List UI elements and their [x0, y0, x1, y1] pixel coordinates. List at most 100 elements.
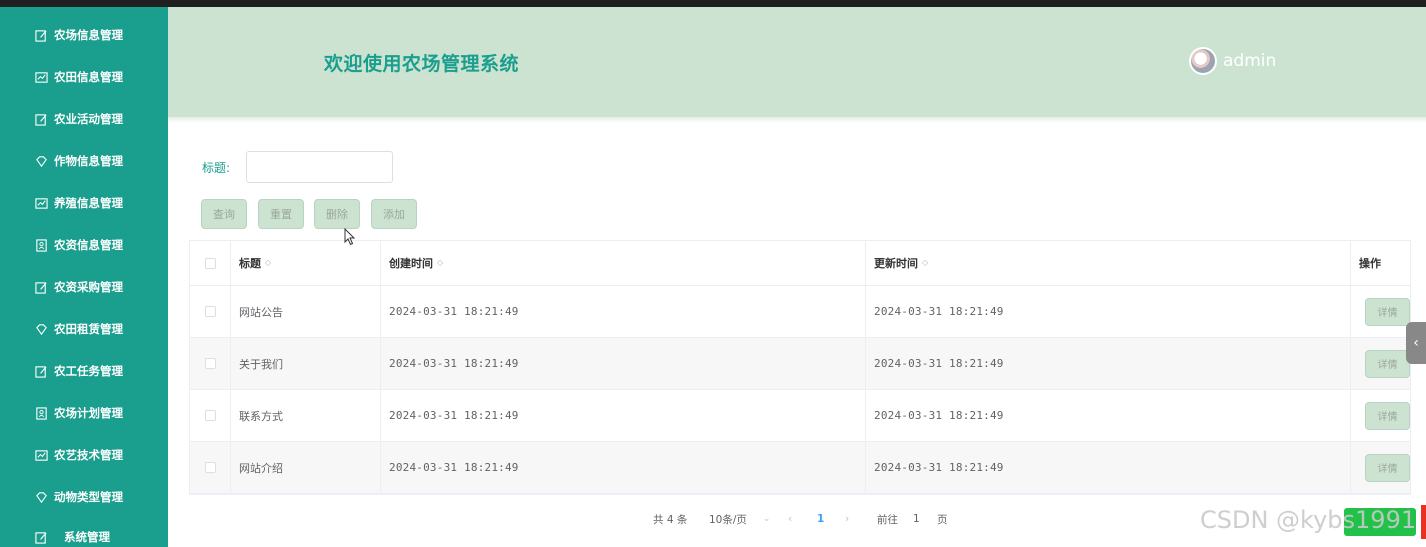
- select-all-cell: [190, 241, 231, 285]
- query-button[interactable]: 查询: [201, 199, 247, 229]
- header: 欢迎使用农场管理系统 admin: [168, 7, 1426, 117]
- column-header-label: 更新时间: [874, 257, 918, 270]
- detail-button[interactable]: 详情: [1365, 401, 1410, 430]
- table-row: 联系方式 2024-03-31 18:21:49 2024-03-31 18:2…: [190, 390, 1410, 442]
- edit-icon: [34, 530, 48, 544]
- page-size-select[interactable]: 10条/页 ⌄: [709, 511, 770, 527]
- red-edge-marker: [1421, 505, 1426, 539]
- sidebar: 农场信息管理 农田信息管理 农业活动管理 作物信息管理 养殖信息管理 农资信息管…: [0, 7, 168, 547]
- column-header-label: 标题: [239, 257, 261, 270]
- sort-icon[interactable]: ◇: [922, 259, 928, 267]
- row-created: 2024-03-31 18:21:49: [381, 286, 866, 337]
- sidebar-item-label: 农资信息管理: [54, 238, 123, 252]
- row-checkbox[interactable]: [204, 358, 216, 369]
- reset-button[interactable]: 重置: [258, 199, 304, 229]
- column-header-label: 创建时间: [389, 257, 433, 270]
- sidebar-item-activity[interactable]: 农业活动管理: [0, 101, 168, 137]
- goto-page-suffix: 页: [937, 513, 948, 526]
- column-header-updated[interactable]: 更新时间 ◇: [866, 241, 1351, 285]
- sidebar-item-technique[interactable]: 农艺技术管理: [0, 437, 168, 473]
- chart-icon: [34, 448, 48, 462]
- sidebar-item-label: 农业活动管理: [54, 112, 123, 126]
- sort-icon[interactable]: ◇: [265, 259, 271, 267]
- title-filter-input[interactable]: [246, 151, 393, 183]
- row-actions: 详情: [1351, 442, 1410, 493]
- edit-icon: [34, 112, 48, 126]
- edit-icon: [34, 28, 48, 42]
- detail-button[interactable]: 详情: [1365, 453, 1410, 482]
- row-select-cell: [190, 338, 231, 389]
- sidebar-item-procurement[interactable]: 农资采购管理: [0, 269, 168, 305]
- row-actions: 详情: [1351, 338, 1410, 389]
- goto-page-label: 前往: [877, 513, 898, 526]
- row-select-cell: [190, 286, 231, 337]
- avatar[interactable]: [1189, 47, 1217, 75]
- diamond-icon: [34, 154, 48, 168]
- chevron-left-icon: ‹: [1413, 335, 1419, 351]
- row-created: 2024-03-31 18:21:49: [381, 338, 866, 389]
- detail-button[interactable]: 详情: [1365, 349, 1410, 378]
- row-checkbox[interactable]: [204, 306, 216, 317]
- sidebar-item-supplies[interactable]: 农资信息管理: [0, 227, 168, 263]
- row-checkbox[interactable]: [204, 410, 216, 421]
- edit-icon: [34, 364, 48, 378]
- row-created: 2024-03-31 18:21:49: [381, 390, 866, 441]
- table-row: 网站介绍 2024-03-31 18:21:49 2024-03-31 18:2…: [190, 442, 1410, 494]
- sidebar-item-breeding[interactable]: 养殖信息管理: [0, 185, 168, 221]
- sidebar-item-label: 农资采购管理: [54, 280, 123, 294]
- row-updated: 2024-03-31 18:21:49: [866, 338, 1351, 389]
- sidebar-item-farm-info[interactable]: 农场信息管理: [0, 17, 168, 53]
- sidebar-item-label: 系统管理: [64, 530, 110, 544]
- next-page-icon[interactable]: ›: [845, 511, 849, 527]
- sidebar-item-label: 农工任务管理: [54, 364, 123, 378]
- column-header-created[interactable]: 创建时间 ◇: [381, 241, 866, 285]
- prev-page-icon[interactable]: ‹: [788, 511, 792, 527]
- row-title: 联系方式: [231, 390, 381, 441]
- user-name[interactable]: admin: [1223, 51, 1276, 71]
- sidebar-item-label: 农艺技术管理: [54, 448, 123, 462]
- sidebar-item-label: 农场计划管理: [54, 406, 123, 420]
- sidebar-item-crop[interactable]: 作物信息管理: [0, 143, 168, 179]
- sidebar-item-animal-type[interactable]: 动物类型管理: [0, 479, 168, 515]
- row-updated: 2024-03-31 18:21:49: [866, 390, 1351, 441]
- row-created: 2024-03-31 18:21:49: [381, 442, 866, 493]
- sidebar-item-label: 农场信息管理: [54, 28, 123, 42]
- row-title: 网站介绍: [231, 442, 381, 493]
- title-filter-label: 标题:: [202, 161, 231, 175]
- row-actions: 详情: [1351, 390, 1410, 441]
- sidebar-item-tasks[interactable]: 农工任务管理: [0, 353, 168, 389]
- window-top-bar: [0, 0, 1426, 7]
- row-actions: 详情: [1351, 286, 1410, 337]
- sidebar-item-label: 动物类型管理: [54, 490, 123, 504]
- page-size-value: 10条/页: [709, 513, 747, 526]
- mouse-cursor-icon: [344, 228, 356, 246]
- sidebar-item-label: 养殖信息管理: [54, 196, 123, 210]
- sort-icon[interactable]: ◇: [437, 259, 443, 267]
- add-button[interactable]: 添加: [371, 199, 417, 229]
- sidebar-item-system[interactable]: 系统管理: [0, 519, 168, 547]
- row-select-cell: [190, 390, 231, 441]
- sidebar-item-label: 作物信息管理: [54, 154, 123, 168]
- page-number-current[interactable]: 1: [817, 511, 824, 527]
- pagination-total: 共 4 条: [653, 513, 688, 526]
- row-checkbox[interactable]: [204, 462, 216, 473]
- diamond-icon: [34, 490, 48, 504]
- column-header-actions: 操作: [1359, 257, 1381, 270]
- goto-page-input[interactable]: 1: [913, 511, 920, 527]
- row-updated: 2024-03-31 18:21:49: [866, 286, 1351, 337]
- column-header-title[interactable]: 标题 ◇: [231, 241, 381, 285]
- chart-icon: [34, 70, 48, 84]
- sidebar-item-field-info[interactable]: 农田信息管理: [0, 59, 168, 95]
- sidebar-item-plan[interactable]: 农场计划管理: [0, 395, 168, 431]
- row-updated: 2024-03-31 18:21:49: [866, 442, 1351, 493]
- id-card-icon: [34, 406, 48, 420]
- collapse-panel-tab[interactable]: ‹: [1406, 322, 1426, 364]
- watermark: CSDN @kybs1991: [1200, 506, 1417, 534]
- detail-button[interactable]: 详情: [1365, 297, 1410, 326]
- diamond-icon: [34, 322, 48, 336]
- select-all-checkbox[interactable]: [204, 257, 216, 269]
- data-table: 标题 ◇ 创建时间 ◇ 更新时间 ◇ 操作 网站公告 2024-03-31 18:21…: [189, 240, 1411, 495]
- sidebar-item-lease[interactable]: 农田租赁管理: [0, 311, 168, 347]
- chevron-down-icon: ⌄: [762, 514, 771, 524]
- delete-button[interactable]: 删除: [314, 199, 360, 229]
